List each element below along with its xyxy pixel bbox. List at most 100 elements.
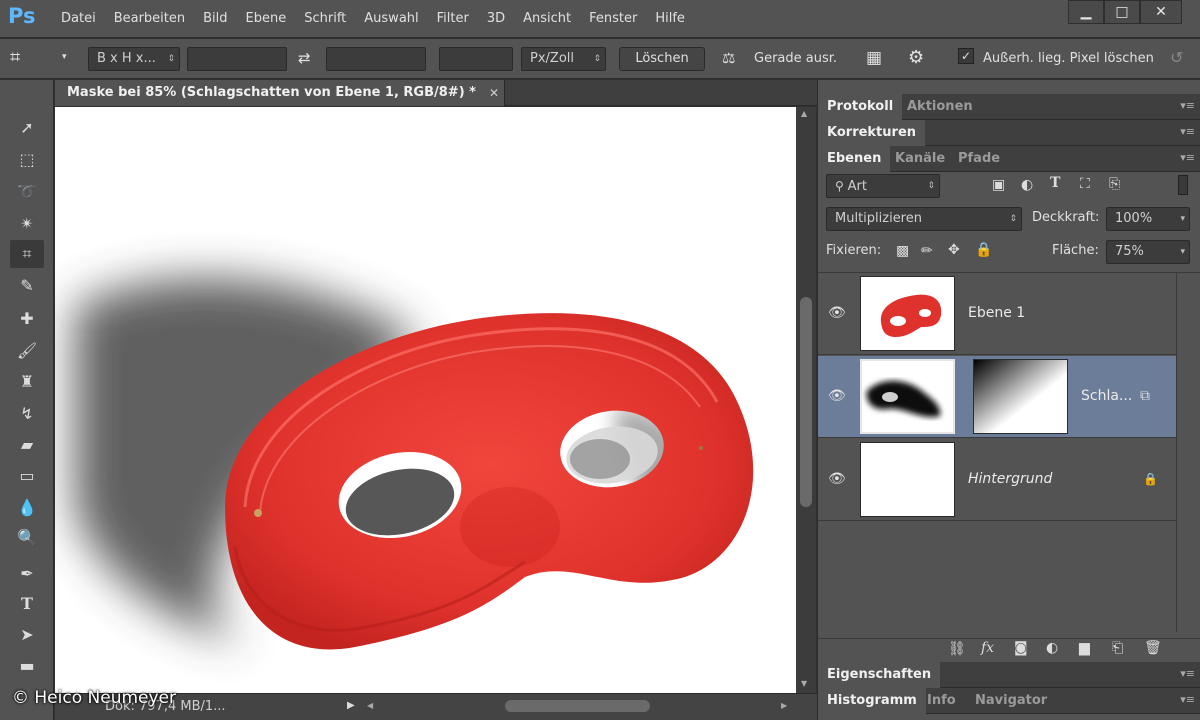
panel-menu-icon[interactable]: ▾≡ <box>1180 125 1195 138</box>
scroll-down-icon[interactable]: ▼ <box>801 679 807 688</box>
menu-item-auswahl[interactable]: Auswahl <box>355 11 427 26</box>
lock-position-icon[interactable]: ✥ <box>948 242 960 258</box>
delete-layer-icon[interactable]: 🗑 <box>1144 640 1162 656</box>
image-filter-icon[interactable]: ▣ <box>992 177 1005 193</box>
crop-tool-icon[interactable]: ⌗ <box>10 47 20 68</box>
rectangle-tool-icon[interactable]: ▬ <box>10 652 44 680</box>
magic-wand-tool-icon[interactable]: ✴ <box>10 210 44 238</box>
new-layer-icon[interactable]: ⎗ <box>1112 640 1123 656</box>
scroll-left-icon[interactable]: ◀ <box>367 701 373 710</box>
menu-item-filter[interactable]: Filter <box>428 11 478 26</box>
tab-kanaele[interactable]: Kanäle <box>886 146 954 172</box>
menu-item-hilfe[interactable]: Hilfe <box>646 11 694 26</box>
blur-tool-icon[interactable]: 💧 <box>10 494 44 522</box>
lock-all-icon[interactable]: 🔒 <box>975 242 992 258</box>
path-selection-tool-icon[interactable]: ➤ <box>10 621 44 649</box>
horizontal-scroll-thumb[interactable] <box>505 700 650 712</box>
layer-filter-select[interactable]: ⚲ Art ⇕ <box>826 174 940 198</box>
height-input[interactable] <box>326 47 426 71</box>
layer-name[interactable]: Ebene 1 <box>968 305 1025 321</box>
menu-item-ansicht[interactable]: Ansicht <box>514 11 580 26</box>
lock-transparent-icon[interactable]: ▩ <box>896 243 909 259</box>
tab-navigator[interactable]: Navigator <box>966 688 1056 714</box>
opacity-input[interactable]: 100% ▾ <box>1106 207 1190 231</box>
tab-aktionen[interactable]: Aktionen <box>898 94 982 120</box>
layer-name[interactable]: Hintergrund <box>968 471 1052 487</box>
width-input[interactable] <box>187 47 287 71</box>
menu-item-datei[interactable]: Datei <box>52 11 105 26</box>
tab-protokoll[interactable]: Protokoll <box>818 94 903 120</box>
menu-item-ebene[interactable]: Ebene <box>237 11 296 26</box>
clear-button[interactable]: Löschen <box>619 47 705 71</box>
crop-tool-icon[interactable]: ⌗ <box>10 240 44 268</box>
adjustment-filter-icon[interactable]: ◐ <box>1021 177 1033 193</box>
clone-stamp-tool-icon[interactable]: ♜ <box>10 368 44 396</box>
minimize-icon[interactable]: ▁ <box>1068 0 1104 24</box>
new-group-icon[interactable]: ▆ <box>1079 640 1090 656</box>
add-mask-icon[interactable]: ◙ <box>1014 640 1028 656</box>
canvas[interactable] <box>55 107 796 693</box>
link-layers-icon[interactable]: ⛓ <box>948 641 966 657</box>
pen-tool-icon[interactable]: ✒ <box>10 560 44 588</box>
close-tab-icon[interactable]: ✕ <box>489 80 499 106</box>
marquee-tool-icon[interactable]: ⬚ <box>10 146 44 174</box>
panel-menu-icon[interactable]: ▾≡ <box>1180 693 1195 706</box>
blend-mode-select[interactable]: Multiplizieren ⇕ <box>826 207 1022 231</box>
straighten-icon[interactable]: ⚖ <box>722 49 735 67</box>
history-brush-tool-icon[interactable]: ↯ <box>10 400 44 428</box>
layer-name[interactable]: Schla... <box>1081 388 1132 404</box>
filter-toggle-switch[interactable] <box>1178 175 1188 195</box>
lasso-tool-icon[interactable]: ➰ <box>10 178 44 206</box>
vertical-scroll-thumb[interactable] <box>800 297 812 507</box>
move-tool-icon[interactable]: ➚ <box>10 114 44 142</box>
type-filter-icon[interactable]: T <box>1050 175 1060 191</box>
menu-item-schrift[interactable]: Schrift <box>295 11 355 26</box>
visibility-eye-icon[interactable]: 👁 <box>828 471 846 487</box>
fx-icon[interactable]: fx <box>981 640 994 656</box>
lock-image-icon[interactable]: ✏ <box>921 243 933 259</box>
vertical-scrollbar[interactable]: ▲ ▼ <box>796 107 816 693</box>
tab-eigenschaften[interactable]: Eigenschaften <box>818 662 941 688</box>
reset-icon[interactable]: ↺ <box>1170 48 1183 67</box>
close-icon[interactable]: ✕ <box>1140 0 1182 24</box>
type-tool-icon[interactable]: T <box>10 590 44 618</box>
tab-histogramm[interactable]: Histogramm <box>818 688 926 714</box>
fill-input[interactable]: 75% ▾ <box>1106 240 1190 264</box>
menu-item-3d[interactable]: 3D <box>478 11 514 26</box>
panel-menu-icon[interactable]: ▾≡ <box>1180 151 1195 164</box>
straighten-label[interactable]: Gerade ausr. <box>754 51 837 66</box>
dodge-tool-icon[interactable]: 🔍 <box>10 524 44 552</box>
tool-preset-chevron-icon[interactable]: ▾ <box>62 52 67 62</box>
tab-ebenen[interactable]: Ebenen <box>818 146 891 172</box>
panel-menu-icon[interactable]: ▾≡ <box>1180 99 1195 112</box>
visibility-eye-icon[interactable]: 👁 <box>828 388 846 404</box>
eyedropper-tool-icon[interactable]: ✎ <box>10 272 44 300</box>
gradient-tool-icon[interactable]: ▭ <box>10 462 44 490</box>
layers-scrollbar[interactable] <box>1176 273 1200 632</box>
status-menu-arrow-icon[interactable]: ▶ <box>347 700 355 711</box>
layer-mask-thumbnail[interactable] <box>973 359 1068 434</box>
shape-filter-icon[interactable]: ⛶ <box>1080 176 1090 192</box>
healing-brush-tool-icon[interactable]: ✚ <box>10 305 44 333</box>
new-adjustment-icon[interactable]: ◐ <box>1046 640 1058 656</box>
ratio-select[interactable]: B x H x... ⇕ <box>88 47 180 71</box>
tab-pfade[interactable]: Pfade <box>949 146 1009 172</box>
resolution-input[interactable] <box>439 47 513 71</box>
menu-item-bild[interactable]: Bild <box>194 11 236 26</box>
eraser-tool-icon[interactable]: ▰ <box>10 431 44 459</box>
document-tab[interactable]: Maske bei 85% (Schlagschatten von Ebene … <box>55 80 505 106</box>
scroll-up-icon[interactable]: ▲ <box>801 109 807 118</box>
menu-item-bearbeiten[interactable]: Bearbeiten <box>105 11 194 26</box>
maximize-icon[interactable]: □ <box>1104 0 1140 24</box>
tab-info[interactable]: Info <box>918 688 965 714</box>
layer-row-hintergrund[interactable]: 👁 Hintergrund 🔒 <box>818 439 1176 521</box>
grid-overlay-icon[interactable]: ▦ <box>866 48 882 68</box>
unit-select[interactable]: Px/Zoll ⇕ <box>521 47 606 71</box>
menu-item-fenster[interactable]: Fenster <box>580 11 646 26</box>
layer-row-schlagschatten[interactable]: 👁 Schla... ⧉ <box>818 356 1176 438</box>
smart-object-filter-icon[interactable]: ⎘ <box>1109 176 1120 192</box>
visibility-eye-icon[interactable]: 👁 <box>828 305 846 321</box>
delete-cropped-checkbox[interactable]: ✓ <box>958 48 974 64</box>
tab-korrekturen[interactable]: Korrekturen <box>818 120 926 146</box>
swap-icon[interactable]: ⇄ <box>298 49 311 67</box>
